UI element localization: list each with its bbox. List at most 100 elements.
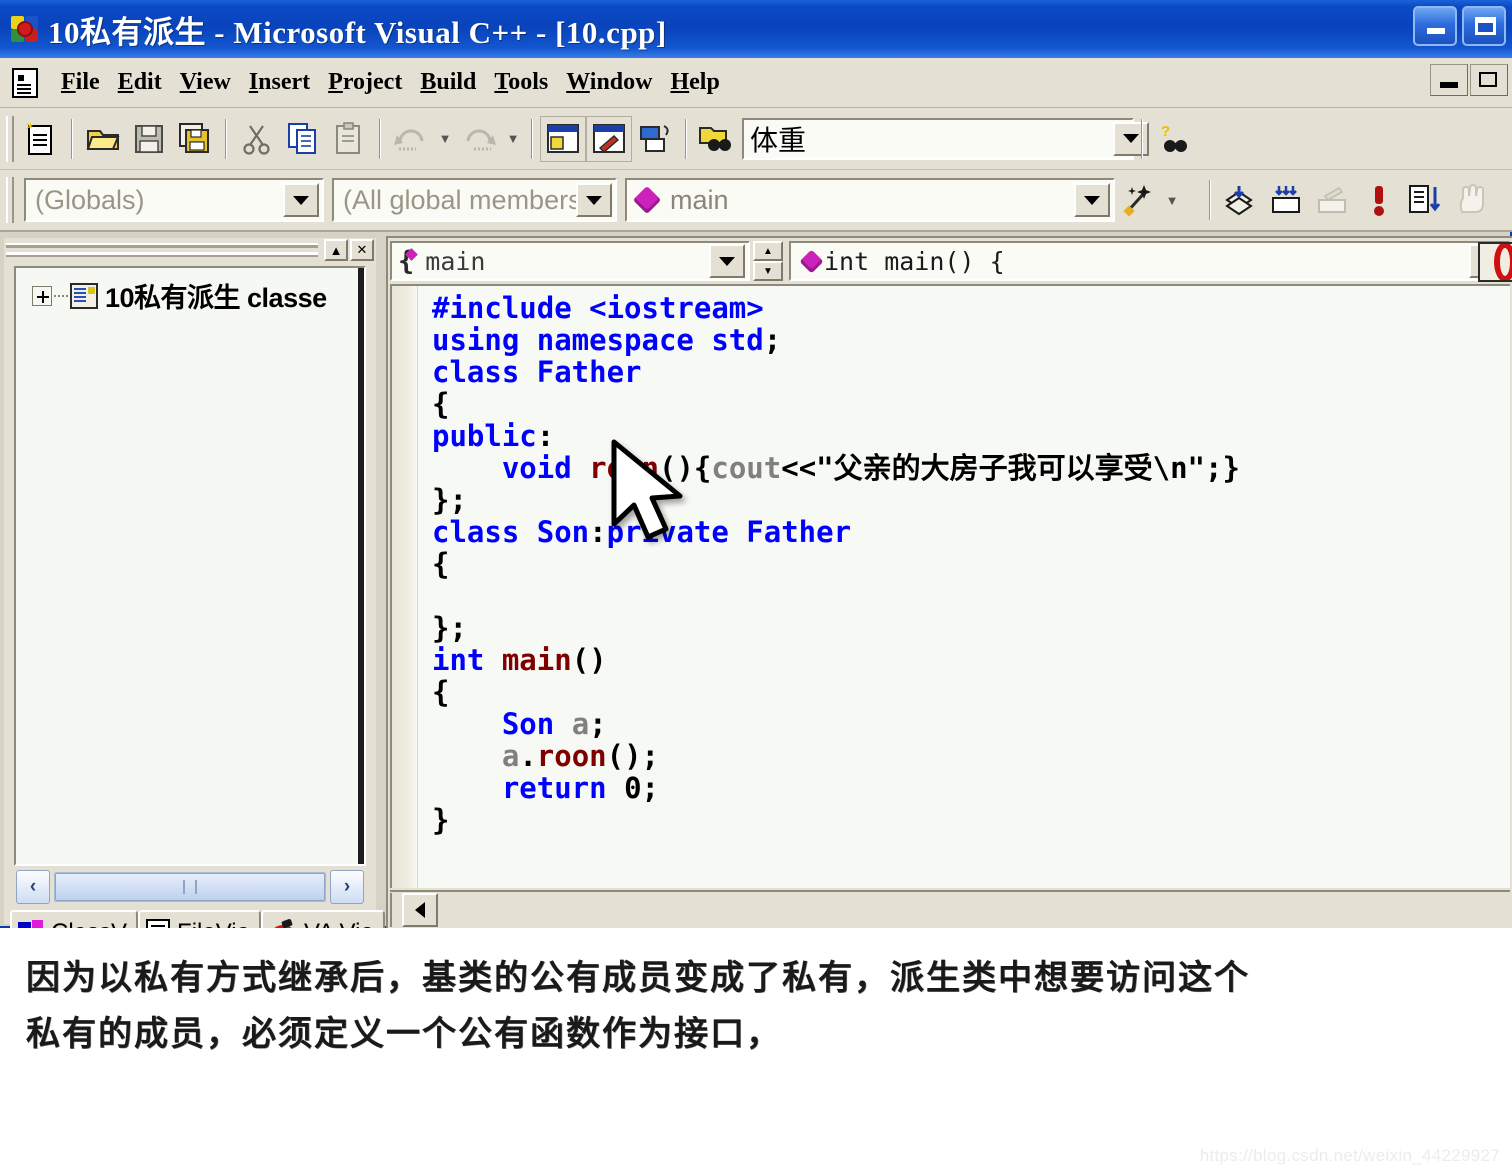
title-bar: 10私有派生 - Microsoft Visual C++ - [10.cpp] [0, 0, 1512, 58]
expand-plus-icon[interactable] [32, 285, 52, 306]
menu-item-tools[interactable]: Tools [485, 67, 557, 98]
toolbar-separator [71, 118, 73, 159]
va-error-icon[interactable] [1356, 177, 1402, 223]
mdi-child-controls [1430, 64, 1508, 96]
workspace-horizontal-scrollbar[interactable]: ‹ › [16, 870, 364, 904]
open-folder-icon[interactable] [80, 116, 126, 162]
toolbar-separator-2 [225, 118, 227, 159]
menu-item-build[interactable]: Build [411, 67, 485, 98]
va-hand-icon[interactable] [1448, 177, 1494, 223]
copy-icon[interactable] [280, 116, 326, 162]
menu-item-view[interactable]: View [171, 67, 240, 98]
menu-item-project[interactable]: Project [319, 67, 411, 98]
find-dropdown-arrow[interactable] [1113, 121, 1149, 156]
wizard-separator [1209, 180, 1211, 220]
toolbar-separator-6 [1141, 118, 1143, 159]
toolbar-grip[interactable] [6, 115, 14, 162]
code-gutter [392, 286, 418, 888]
editor-scroll-track[interactable] [442, 893, 1510, 927]
globals-dropdown-arrow[interactable] [283, 183, 319, 217]
undo-dropdown-arrow[interactable]: ▼ [434, 116, 456, 162]
class-tree-panel[interactable]: 10私有派生 classe [14, 266, 366, 866]
tree-connector [54, 294, 68, 297]
code-text-area[interactable]: #include <iostream> using namespace std; c… [390, 284, 1510, 888]
code-line: class Father [432, 356, 1240, 388]
code-line: { [432, 548, 1240, 580]
code-token: () [571, 643, 607, 677]
spin-down-button[interactable]: ▼ [753, 261, 783, 281]
maximize-button[interactable] [1462, 6, 1506, 46]
new-document-icon[interactable] [18, 116, 64, 162]
redo-dropdown-arrow[interactable]: ▼ [502, 116, 524, 162]
code-token: 0 [624, 771, 642, 805]
undo-icon[interactable] [388, 116, 434, 162]
members-dropdown-arrow[interactable] [576, 183, 612, 217]
paste-icon[interactable] [326, 116, 372, 162]
cut-icon[interactable] [234, 116, 280, 162]
code-token: Son [501, 707, 572, 741]
tree-item-root[interactable]: 10私有派生 classe [16, 268, 364, 315]
find-in-files-icon[interactable] [694, 116, 740, 162]
scroll-track[interactable] [54, 872, 326, 902]
va-outline-icon[interactable] [1402, 177, 1448, 223]
code-line: #include <iostream> [432, 292, 1240, 324]
scroll-left-button[interactable]: ‹ [16, 870, 50, 904]
save-icon[interactable] [126, 116, 172, 162]
collapse-button[interactable]: ▲ [324, 239, 348, 261]
va-refactor-icon[interactable] [1310, 177, 1356, 223]
close-icon[interactable]: ✕ [350, 239, 374, 261]
save-all-icon[interactable] [172, 116, 218, 162]
function-spinner[interactable]: ▲ ▼ [753, 241, 783, 281]
globals-combo[interactable]: (Globals) [24, 178, 324, 222]
menu-item-file[interactable]: File [52, 67, 109, 98]
find-combo[interactable] [742, 117, 1149, 160]
watermark-text: https://blog.csdn.net/weixin_44229927 [1199, 1146, 1500, 1165]
menu-item-insert[interactable]: Insert [240, 67, 319, 98]
wizard-dropdown-arrow[interactable]: ▼ [1161, 177, 1183, 223]
menu-item-help[interactable]: Help [661, 67, 728, 98]
va-open-corresponding-icon[interactable] [1264, 177, 1310, 223]
members-combo[interactable]: (All global members [332, 178, 617, 222]
symbol-combo[interactable]: main [625, 178, 1115, 222]
editor-navigation-bar: { main ▲ ▼ int main() { [390, 240, 1512, 282]
help-binoculars-icon[interactable]: ? [1150, 116, 1196, 162]
editor-horizontal-scrollbar[interactable] [390, 890, 1510, 928]
wizard-toolbar-grip[interactable] [6, 177, 14, 223]
workspace-window-icon[interactable] [540, 115, 586, 162]
wizard-wand-icon[interactable] [1115, 177, 1161, 223]
scroll-right-button[interactable]: › [330, 870, 364, 904]
tree-vertical-scrollbar[interactable] [358, 268, 364, 864]
redo-icon[interactable] [456, 116, 502, 162]
prototype-combo[interactable]: int main() { [789, 241, 1510, 281]
watch-window-icon[interactable] [632, 116, 678, 162]
tree-item-label: 10私有派生 classe [105, 283, 327, 313]
function-dropdown-arrow[interactable] [709, 244, 745, 278]
va-open-file-icon[interactable] [1218, 177, 1264, 223]
menu-item-edit[interactable]: Edit [109, 67, 171, 98]
symbol-combo-value: main [670, 184, 729, 215]
function-brace-icon: { [398, 246, 418, 277]
minimize-button[interactable] [1413, 6, 1457, 46]
caption-grip[interactable] [6, 243, 318, 257]
output-window-icon[interactable] [586, 115, 632, 162]
code-token: (){ [659, 451, 712, 485]
code-token: public [432, 419, 537, 453]
symbol-dropdown-arrow[interactable] [1074, 183, 1110, 217]
mdi-restore-button[interactable] [1470, 64, 1508, 96]
va-assist-icon[interactable] [1478, 242, 1512, 282]
mdi-minimize-button[interactable] [1430, 64, 1468, 96]
function-combo[interactable]: { main [390, 241, 750, 281]
scroll-left-arrow[interactable] [402, 893, 438, 927]
document-system-icon[interactable] [12, 67, 38, 98]
vcpp-app-icon [10, 14, 40, 44]
menu-item-window[interactable]: Window [557, 67, 661, 98]
spin-up-button[interactable]: ▲ [753, 241, 783, 261]
scroll-thumb[interactable] [55, 873, 325, 901]
code-token: class Father [432, 355, 642, 389]
toolbar-separator-3 [379, 118, 381, 159]
window-title: 10私有派生 - Microsoft Visual C++ - [10.cpp] [48, 14, 667, 50]
find-input[interactable] [744, 121, 1113, 156]
